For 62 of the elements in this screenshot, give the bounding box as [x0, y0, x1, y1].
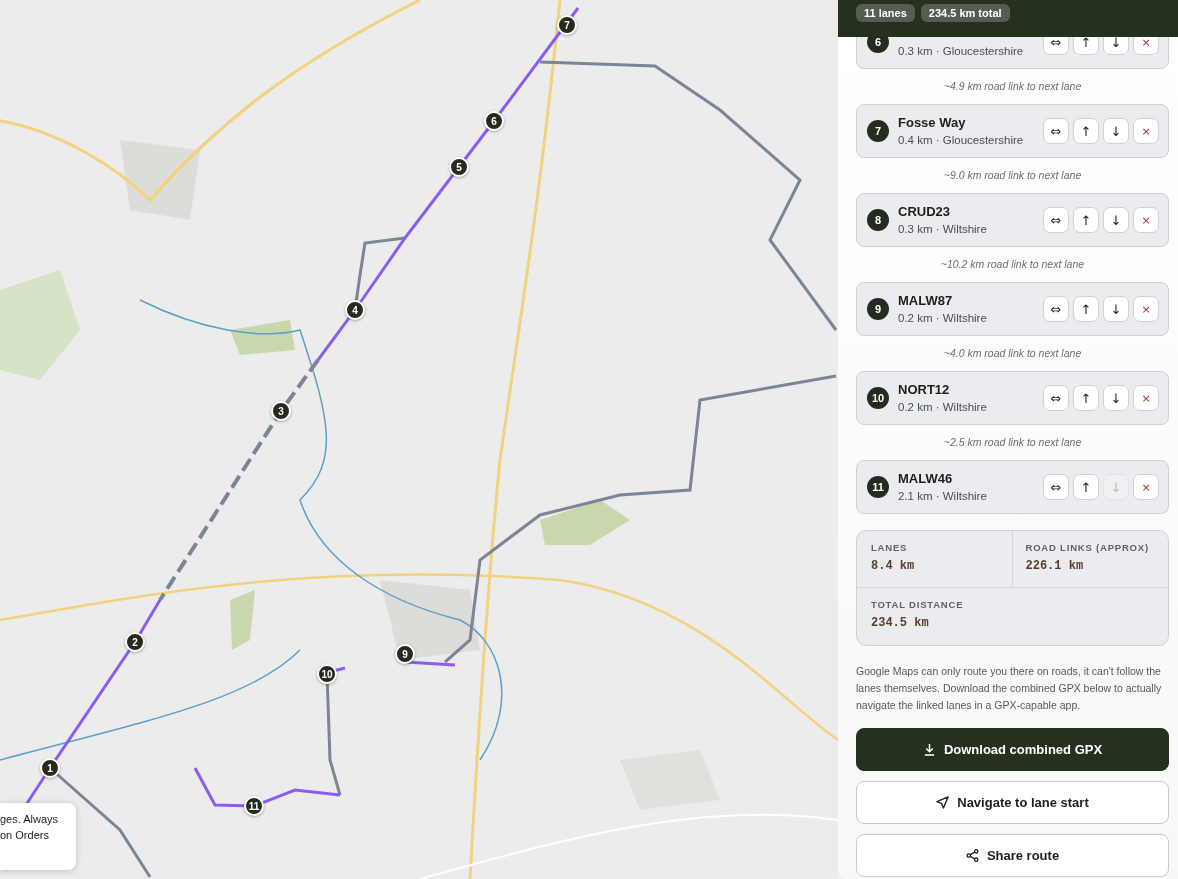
move-up-button[interactable]: ↑: [1073, 118, 1099, 144]
road-link-note: ~10.2 km road link to next lane: [939, 257, 1086, 272]
lane-meta: 0.4 km · Gloucestershire: [898, 133, 1025, 148]
stat-label: LANES: [871, 542, 909, 553]
download-icon: [922, 743, 936, 756]
road-link-note: ~9.0 km road link to next lane: [942, 168, 1083, 183]
lane-meta: 0.3 km · Wiltshire: [898, 222, 988, 237]
lane-number: 7: [867, 120, 889, 142]
remove-button[interactable]: ×: [1133, 207, 1159, 233]
share-icon: [965, 849, 979, 862]
reverse-button[interactable]: ⇔: [1043, 118, 1069, 144]
remove-button[interactable]: ×: [1133, 118, 1159, 144]
road-link-note: ~4.9 km road link to next lane: [942, 79, 1083, 94]
move-down-button[interactable]: ↓: [1103, 37, 1129, 55]
move-up-button[interactable]: ↑: [1073, 296, 1099, 322]
lane-title: MALW87: [898, 292, 954, 310]
lane-number: 10: [867, 387, 889, 409]
reverse-button[interactable]: ⇔: [1043, 37, 1069, 55]
lane-title: Fosse Way: [898, 114, 967, 132]
lane-number: 8: [867, 209, 889, 231]
move-down-button[interactable]: ↓: [1103, 385, 1129, 411]
remove-button[interactable]: ×: [1133, 37, 1159, 55]
navigate-button[interactable]: Navigate to lane start: [856, 781, 1169, 824]
remove-button[interactable]: ×: [1133, 296, 1159, 322]
stat-value: 234.5 km: [871, 616, 930, 630]
navigation-arrow-icon: [936, 796, 950, 809]
lane-title: MALW46: [898, 470, 954, 488]
lane-meta: 0.3 km · Gloucestershire: [898, 44, 1025, 59]
lane-title: CRUD23: [898, 203, 951, 221]
lane-meta: 0.2 km · Wiltshire: [898, 311, 988, 326]
count-chip: 11 lanes: [856, 4, 915, 22]
road-link-note: ~2.5 km road link to next lane: [942, 435, 1083, 450]
reverse-button[interactable]: ⇔: [1043, 207, 1069, 233]
count-chip: 234.5 km total: [920, 4, 1010, 22]
stat-value: 8.4 km: [871, 559, 916, 573]
remove-button[interactable]: ×: [1133, 385, 1159, 411]
remove-button[interactable]: ×: [1133, 474, 1159, 500]
stat-label: TOTAL DISTANCE: [871, 599, 965, 610]
reverse-button[interactable]: ⇔: [1043, 474, 1069, 500]
move-up-button[interactable]: ↑: [1073, 385, 1099, 411]
lane-number: 6: [867, 37, 889, 53]
move-up-button[interactable]: ↑: [1073, 474, 1099, 500]
move-down-button[interactable]: ↓: [1103, 207, 1129, 233]
reverse-button[interactable]: ⇔: [1043, 296, 1069, 322]
reverse-button[interactable]: ⇔: [1043, 385, 1069, 411]
download-button[interactable]: Download combined GPX: [856, 728, 1169, 771]
move-up-button[interactable]: ↑: [1073, 37, 1099, 55]
move-down-button[interactable]: ↓: [1103, 118, 1129, 144]
lane-meta: 0.2 km · Wiltshire: [898, 400, 988, 415]
info-text: Google Maps can only route you there on roads, it can't follow the lanes themselves. Download the combined GPX below to actually navigate the linked lanes in a GPX-capable app.: [856, 664, 1163, 713]
lane-title: NORT12: [898, 381, 951, 399]
lane-number: 9: [867, 298, 889, 320]
road-link-note: ~4.0 km road link to next lane: [942, 346, 1083, 361]
stat-label: ROAD LINKS (APPROX): [1025, 542, 1150, 553]
popup-text: ges. Always: [0, 812, 59, 827]
popup-text: on Orders: [0, 828, 49, 843]
move-down-button[interactable]: ↓: [1103, 296, 1129, 322]
stat-value: 226.1 km: [1025, 559, 1085, 573]
share-button[interactable]: Share route: [856, 834, 1169, 877]
move-up-button[interactable]: ↑: [1073, 207, 1099, 233]
lane-number: 11: [867, 476, 889, 498]
lane-meta: 2.1 km · Wiltshire: [898, 489, 988, 504]
